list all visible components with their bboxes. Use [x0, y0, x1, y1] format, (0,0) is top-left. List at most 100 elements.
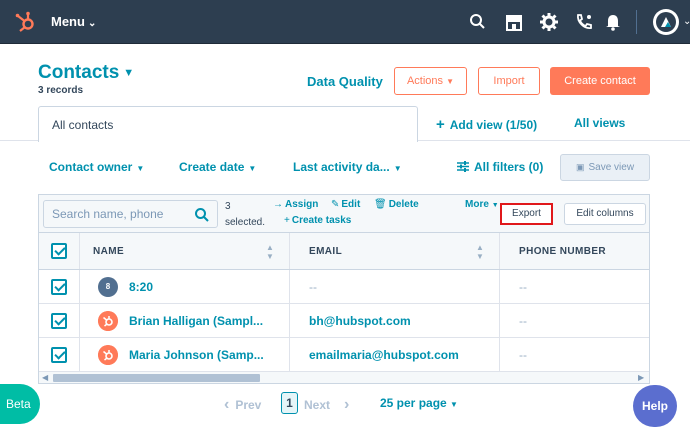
- import-button[interactable]: Import: [478, 67, 540, 95]
- data-quality-link[interactable]: Data Quality: [307, 74, 383, 89]
- delete-label: Delete: [388, 199, 419, 210]
- save-icon: ▣: [575, 162, 585, 172]
- sort-icon[interactable]: ▲ ▼: [266, 243, 274, 261]
- actions-label: Actions: [406, 75, 444, 87]
- current-page[interactable]: 1: [281, 392, 298, 414]
- contact-name-link[interactable]: Maria Johnson (Samp...: [129, 338, 264, 371]
- next-page-button[interactable]: Next ›: [304, 396, 349, 414]
- chevron-down-icon[interactable]: ⌄: [683, 16, 690, 27]
- trash-icon: 🗑: [374, 199, 387, 210]
- column-divider: [499, 304, 500, 337]
- menu-button[interactable]: Menu ⌄: [51, 14, 96, 29]
- per-page-select[interactable]: 25 per page ▼: [380, 396, 458, 410]
- all-filters-button[interactable]: All filters (0): [457, 160, 543, 174]
- column-divider: [79, 304, 80, 337]
- contact-email[interactable]: emailmaria@hubspot.com: [309, 338, 459, 371]
- beta-button[interactable]: Beta: [0, 384, 40, 424]
- contact-email[interactable]: bh@hubspot.com: [309, 304, 411, 337]
- column-divider: [499, 233, 500, 269]
- table-row: Brian Halligan (Sampl... bh@hubspot.com …: [39, 304, 649, 338]
- scroll-right-icon[interactable]: ▶: [638, 373, 644, 382]
- column-divider: [79, 338, 80, 371]
- selection-count: 3 selected.: [225, 199, 265, 231]
- menu-label: Menu: [51, 14, 85, 29]
- selected-label: selected.: [225, 217, 266, 228]
- prev-page-button[interactable]: ‹ Prev: [224, 396, 261, 414]
- last-activity-filter[interactable]: Last activity da... ▼: [293, 160, 402, 174]
- contacts-table: 3 selected. →Assign ✎Edit 🗑Delete +Create…: [38, 194, 650, 384]
- add-view-button[interactable]: + Add view (1/50): [436, 116, 537, 133]
- page-title[interactable]: Contacts ▼: [38, 62, 134, 84]
- search-icon[interactable]: [194, 207, 210, 223]
- more-label: More: [465, 199, 489, 210]
- notifications-icon[interactable]: [603, 12, 623, 32]
- chevron-right-icon: ›: [344, 396, 350, 413]
- column-divider: [289, 304, 290, 337]
- contact-owner-filter[interactable]: Contact owner ▼: [49, 160, 144, 174]
- search-input[interactable]: [44, 201, 184, 227]
- all-filters-label: All filters (0): [474, 160, 544, 174]
- hubspot-avatar-icon: [98, 345, 118, 365]
- column-header-email[interactable]: EMAIL: [309, 233, 342, 269]
- plus-icon: +: [436, 116, 445, 133]
- marketplace-icon[interactable]: [504, 12, 524, 32]
- user-avatar[interactable]: [653, 9, 679, 35]
- arrow-right-icon: →: [273, 199, 283, 210]
- settings-icon[interactable]: [539, 12, 559, 32]
- selected-number: 3: [225, 201, 231, 212]
- filter-sliders-icon: [457, 161, 469, 172]
- contact-name-link[interactable]: Brian Halligan (Sampl...: [129, 304, 263, 337]
- contact-phone: --: [519, 347, 527, 362]
- save-view-button[interactable]: ▣ Save view: [560, 154, 650, 181]
- delete-button[interactable]: 🗑 Delete: [374, 199, 419, 210]
- column-divider: [499, 270, 500, 303]
- all-views-link[interactable]: All views: [574, 116, 625, 130]
- column-divider: [499, 338, 500, 371]
- caret-down-icon: ▼: [491, 202, 499, 209]
- create-tasks-button[interactable]: + Create tasks: [284, 215, 351, 226]
- caret-down-icon: ▼: [123, 66, 135, 79]
- table-toolbar: 3 selected. →Assign ✎Edit 🗑Delete +Create…: [39, 195, 649, 233]
- create-date-label: Create date: [179, 160, 245, 174]
- scrollbar-thumb[interactable]: [53, 374, 260, 382]
- column-divider: [289, 270, 290, 303]
- help-button[interactable]: Help: [633, 385, 677, 427]
- column-header-name[interactable]: NAME: [93, 233, 124, 269]
- caret-down-icon: ▼: [136, 164, 145, 173]
- assign-button[interactable]: → Assign: [273, 199, 318, 210]
- row-checkbox[interactable]: [51, 279, 67, 295]
- top-nav: Menu ⌄ ⌄: [0, 0, 690, 44]
- column-divider: [289, 233, 290, 269]
- table-row: Maria Johnson (Samp... emailmaria@hubspo…: [39, 338, 649, 372]
- export-button[interactable]: Export: [500, 203, 553, 225]
- contact-name-link[interactable]: 8:20: [129, 270, 153, 303]
- column-header-phone[interactable]: PHONE NUMBER: [519, 233, 606, 269]
- search-icon[interactable]: [468, 12, 488, 32]
- calling-icon[interactable]: [574, 12, 594, 32]
- create-tasks-label: Create tasks: [291, 215, 352, 226]
- edit-columns-button[interactable]: Edit columns: [564, 203, 646, 225]
- create-date-filter[interactable]: Create date ▼: [179, 160, 256, 174]
- tab-all-contacts[interactable]: All contacts: [38, 106, 418, 142]
- scroll-left-icon[interactable]: ◀: [42, 373, 48, 382]
- caret-down-icon: ▼: [393, 164, 402, 173]
- plus-icon: +: [284, 215, 290, 226]
- pencil-icon: ✎: [331, 199, 340, 210]
- more-button[interactable]: More ▼: [465, 199, 499, 210]
- actions-button[interactable]: Actions ▼: [394, 67, 467, 95]
- sort-icon[interactable]: ▲ ▼: [476, 243, 484, 261]
- column-divider: [79, 270, 80, 303]
- avatar-glyph-icon: [661, 17, 671, 27]
- search-box[interactable]: [43, 200, 218, 228]
- next-label: Next: [304, 398, 331, 412]
- nav-divider: [636, 10, 637, 34]
- row-checkbox[interactable]: [51, 313, 67, 329]
- edit-button[interactable]: ✎ Edit: [331, 199, 360, 210]
- create-contact-button[interactable]: Create contact: [550, 67, 650, 95]
- hubspot-logo-icon[interactable]: [14, 11, 36, 33]
- select-all-checkbox[interactable]: [51, 243, 67, 259]
- assign-label: Assign: [285, 199, 319, 210]
- horizontal-scrollbar[interactable]: ◀ ▶: [39, 371, 649, 383]
- row-checkbox[interactable]: [51, 347, 67, 363]
- prev-label: Prev: [235, 398, 262, 412]
